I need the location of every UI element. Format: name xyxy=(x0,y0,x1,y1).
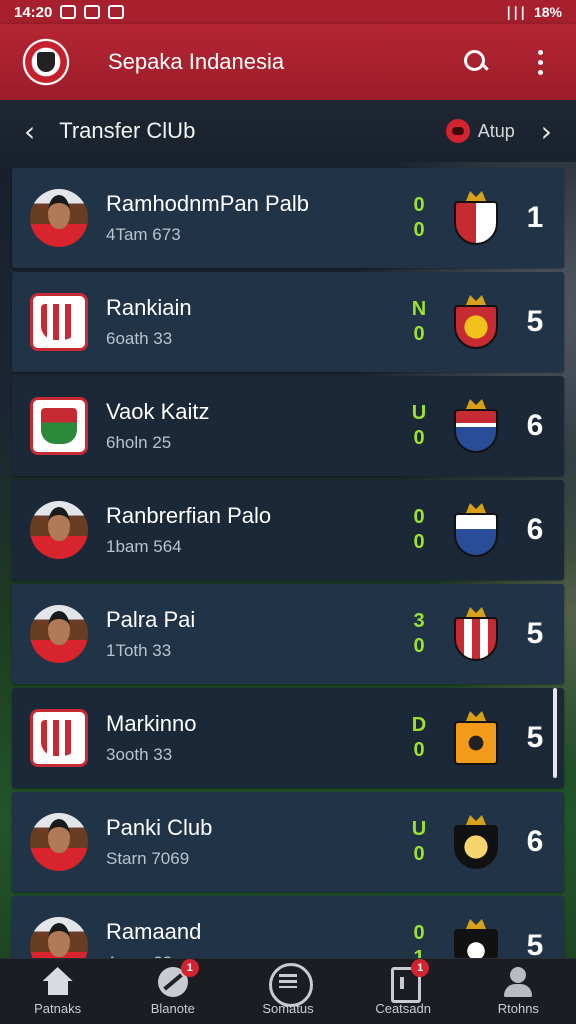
list-item[interactable]: Palra Pai 1Toth 33 30 5 xyxy=(12,584,564,684)
item-name: Ramaand xyxy=(106,919,202,944)
nav-item-news[interactable]: 1 Ceatsadn xyxy=(353,959,453,1016)
rank-number: 5 xyxy=(526,305,544,338)
status-bar: 14:20 ∣∣∣ 18% xyxy=(0,0,576,24)
item-meta: 4Tam 673 xyxy=(106,225,181,244)
home-icon xyxy=(41,967,75,997)
person-icon xyxy=(501,967,535,997)
nav-item-standings[interactable]: Somatus xyxy=(238,963,338,1016)
more-options-button[interactable] xyxy=(520,42,560,82)
score: 00 xyxy=(413,194,425,241)
notification-icon xyxy=(108,5,125,19)
nav-item-home[interactable]: Patnaks xyxy=(8,967,108,1016)
nav-label: Blanote xyxy=(150,1001,195,1016)
item-meta: 6holn 25 xyxy=(106,433,172,452)
club-badge-icon xyxy=(454,295,498,349)
signal-icon: ∣∣∣ xyxy=(504,3,526,20)
status-time: 14:20 xyxy=(14,3,53,21)
notification-badge: 1 xyxy=(411,959,430,977)
club-badge-icon xyxy=(454,191,498,245)
item-name: Rankiain xyxy=(106,295,192,320)
list-item[interactable]: Panki Club Starn 7069 U0 6 xyxy=(12,792,564,892)
item-meta: 1Toth 33 xyxy=(106,641,172,660)
score: D0 xyxy=(411,714,427,761)
section-header: ‹ Transfer ClUb Atup › xyxy=(0,100,576,162)
rank-number: 6 xyxy=(526,409,544,442)
search-button[interactable] xyxy=(456,42,496,82)
score: N0 xyxy=(411,298,427,345)
player-avatar xyxy=(30,813,88,871)
item-name: Markinno xyxy=(106,711,197,736)
club-badge-icon xyxy=(454,815,498,869)
notification-badge: 1 xyxy=(180,959,199,977)
score: 00 xyxy=(413,506,425,553)
club-crest xyxy=(30,293,88,351)
nav-label: Rtohns xyxy=(497,1001,539,1016)
app-title: Sepaka Indanesia xyxy=(108,49,285,74)
filter-toggle[interactable]: Atup xyxy=(445,119,515,143)
item-name: Palra Pai xyxy=(106,607,196,632)
chevron-left-icon[interactable]: ‹ xyxy=(24,115,35,148)
score: 30 xyxy=(413,610,425,657)
battery-level: 18% xyxy=(533,4,562,20)
section-title: Transfer ClUb xyxy=(59,118,196,143)
item-name: Panki Club xyxy=(106,815,213,840)
club-crest xyxy=(30,709,88,767)
list-item[interactable]: Markinno 3ooth 33 D0 5 xyxy=(12,688,564,788)
rank-number: 6 xyxy=(526,825,544,858)
list-item[interactable]: Ranbrerfian Palo 1bam 564 00 6 xyxy=(12,480,564,580)
score: U0 xyxy=(411,402,427,449)
transfer-list: RamhodnmPan Palb 4Tam 673 00 1 Rankiain 6o… xyxy=(12,168,564,1000)
search-icon xyxy=(464,50,488,74)
list-item[interactable]: RamhodnmPan Palb 4Tam 673 00 1 xyxy=(12,168,564,268)
item-meta: 3ooth 33 xyxy=(106,745,173,764)
chevron-right-icon[interactable]: › xyxy=(541,115,552,148)
rank-number: 6 xyxy=(526,513,544,546)
item-name: Vaok Kaitz xyxy=(106,399,210,424)
app-logo xyxy=(20,36,72,88)
rank-number: 5 xyxy=(526,617,544,650)
toggle-icon xyxy=(445,119,470,143)
rank-number: 1 xyxy=(526,201,544,234)
item-name: RamhodnmPan Palb xyxy=(106,191,310,216)
club-badge-icon xyxy=(454,711,498,765)
player-avatar xyxy=(30,605,88,663)
club-crest xyxy=(30,397,88,455)
list-item[interactable]: Vaok Kaitz 6holn 25 U0 6 xyxy=(12,376,564,476)
bottom-navigation: Patnaks 1 Blanote Somatus 1 Ceatsadn Rto… xyxy=(0,958,576,1024)
score: U0 xyxy=(411,818,427,865)
club-badge-icon xyxy=(454,503,498,557)
more-vert-icon xyxy=(537,49,543,75)
rank-number: 5 xyxy=(526,721,544,754)
club-badge-icon xyxy=(454,399,498,453)
list-icon xyxy=(268,963,313,1007)
item-meta: 6oath 33 xyxy=(106,329,173,348)
app-bar: Sepaka Indanesia xyxy=(0,24,576,100)
notification-icon xyxy=(60,5,77,19)
notification-icon xyxy=(84,5,101,19)
item-meta: Starn 7069 xyxy=(106,849,190,868)
item-name: Ranbrerfian Palo xyxy=(106,503,272,528)
item-meta: 1bam 564 xyxy=(106,537,182,556)
player-avatar xyxy=(30,501,88,559)
list-item[interactable]: Rankiain 6oath 33 N0 5 xyxy=(12,272,564,372)
club-badge-icon xyxy=(454,607,498,661)
nav-item-matches[interactable]: 1 Blanote xyxy=(123,959,223,1016)
nav-label: Ceatsadn xyxy=(375,1001,431,1016)
scrollbar[interactable] xyxy=(553,688,557,778)
nav-label: Patnaks xyxy=(34,1001,82,1016)
nav-item-profile[interactable]: Rtohns xyxy=(468,967,568,1016)
filter-label: Atup xyxy=(477,120,515,141)
player-avatar xyxy=(30,189,88,247)
